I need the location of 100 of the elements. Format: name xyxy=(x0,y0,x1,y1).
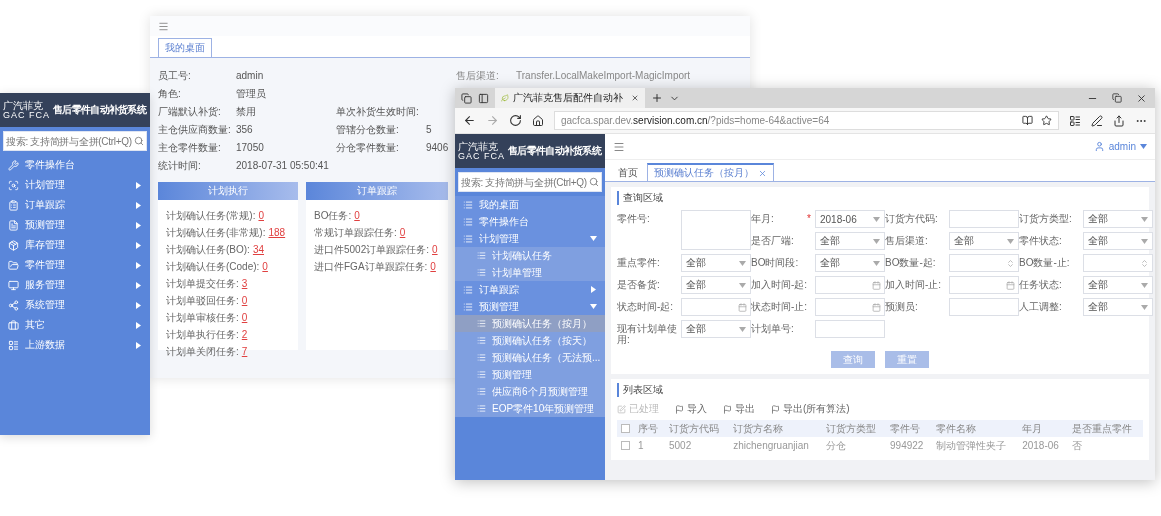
task-count-link[interactable]: 188 xyxy=(268,227,286,238)
new-tab-icon[interactable] xyxy=(651,92,663,104)
calendar-icon xyxy=(1006,280,1015,290)
menu-item[interactable]: 上游数据 xyxy=(0,335,150,355)
star-icon[interactable] xyxy=(1041,115,1052,126)
dropdown[interactable]: 全部 xyxy=(815,232,885,250)
panel-icon[interactable] xyxy=(478,92,489,104)
monitor-icon xyxy=(8,279,19,291)
task-label: BO任务: xyxy=(314,210,352,221)
menu-item[interactable]: 我的桌面 xyxy=(455,196,605,213)
text-field[interactable] xyxy=(949,298,1019,316)
menu-item[interactable]: 预测管理 xyxy=(0,215,150,235)
task-count-link[interactable]: 0 xyxy=(241,295,248,306)
search-field[interactable]: 搜索: 支持简拼与全拼(Ctrl+Q) xyxy=(3,131,147,151)
tab[interactable]: 预测确认任务（按月） xyxy=(647,163,774,181)
submenu-item[interactable]: 计划确认任务 xyxy=(455,247,605,264)
home-icon[interactable] xyxy=(532,114,544,127)
browser-tab[interactable]: 广汽菲克售后配件自动补 xyxy=(495,88,645,108)
task-count-link[interactable]: 0 xyxy=(241,312,248,323)
number-field[interactable] xyxy=(1083,254,1153,272)
menu-item[interactable]: 计划管理 xyxy=(0,175,150,195)
submenu-item[interactable]: 供应商6个月预测管理 xyxy=(455,383,605,400)
restore-icon[interactable] xyxy=(1112,92,1122,103)
checkbox[interactable] xyxy=(621,441,630,450)
submenu-item[interactable]: 预测确认任务（按天） xyxy=(455,332,605,349)
date-field[interactable] xyxy=(815,276,885,294)
checkbox[interactable] xyxy=(621,424,630,433)
required-mark: * xyxy=(807,212,811,224)
submenu-item[interactable]: 计划单管理 xyxy=(455,264,605,281)
tabs-icon[interactable] xyxy=(461,92,472,104)
book-icon[interactable] xyxy=(1022,115,1033,126)
close-icon[interactable] xyxy=(631,93,639,103)
dropdown[interactable]: 全部 xyxy=(1083,298,1153,316)
date-field[interactable] xyxy=(681,298,751,316)
menu-item[interactable]: 库存管理 xyxy=(0,235,150,255)
toolbar-button[interactable]: 导出(所有算法) xyxy=(771,402,850,416)
task-label: 计划单关闭任务: xyxy=(166,346,239,357)
task-count-link[interactable]: 0 xyxy=(399,227,406,238)
task-count-link[interactable]: 0 xyxy=(258,210,264,221)
refresh-icon[interactable] xyxy=(509,114,522,127)
back-icon[interactable] xyxy=(463,114,476,127)
date-field[interactable] xyxy=(949,276,1019,294)
forward-icon[interactable] xyxy=(486,114,499,127)
share-icon[interactable] xyxy=(1113,114,1125,127)
menu-item[interactable]: 预测管理 xyxy=(455,298,605,315)
task-count-link[interactable]: 7 xyxy=(241,346,248,357)
table-cell: 5002 xyxy=(665,437,730,454)
text-field[interactable] xyxy=(949,210,1019,228)
caret-icon xyxy=(873,237,880,245)
task-count-link[interactable]: 0 xyxy=(354,210,360,221)
submenu-item[interactable]: 预测确认任务（按月） xyxy=(455,315,605,332)
submenu-item[interactable]: EOP零件10年预测管理 xyxy=(455,400,605,417)
calendar-icon xyxy=(872,280,881,290)
field-label: 零件状态: xyxy=(1019,234,1063,246)
menu-item[interactable]: 订单跟踪 xyxy=(0,195,150,215)
menu-item[interactable]: 零件操作台 xyxy=(455,213,605,230)
menu-icon[interactable] xyxy=(613,140,625,153)
task-count-link[interactable]: 34 xyxy=(252,244,264,255)
field-label: 是否备货: xyxy=(617,278,661,290)
calendar-icon xyxy=(738,302,747,312)
text-field[interactable] xyxy=(815,320,885,338)
task-count-link[interactable]: 0 xyxy=(432,244,438,255)
toolbar-button[interactable]: 导出 xyxy=(723,402,755,416)
number-field[interactable] xyxy=(949,254,1019,272)
info-value: Transfer.LocalMakeImport-MagicImport xyxy=(516,70,692,82)
task-count-link[interactable]: 0 xyxy=(262,261,268,272)
date-field[interactable] xyxy=(815,298,885,316)
pen-icon[interactable] xyxy=(1091,114,1103,127)
address-bar[interactable]: gacfca.spar.dev.servision.com.cn/?pids=home-64&active=64 xyxy=(554,111,1059,130)
dropdown[interactable]: 全部 xyxy=(949,232,1019,250)
menu-item[interactable]: 计划管理 xyxy=(455,230,605,247)
info-value: 9406 xyxy=(426,142,450,154)
task-count-link[interactable]: 0 xyxy=(430,261,436,272)
dropdown[interactable]: 全部 xyxy=(815,254,885,272)
menu-item[interactable]: 零件操作台 xyxy=(0,155,150,175)
task-count-link[interactable]: 2 xyxy=(241,329,248,340)
menu-item[interactable]: 其它 xyxy=(0,315,150,335)
menu-item[interactable]: 零件管理 xyxy=(0,255,150,275)
dropdown[interactable]: 全部 xyxy=(1083,232,1153,250)
toolbar-button[interactable]: 导入 xyxy=(675,402,707,416)
menu-item[interactable]: 系统管理 xyxy=(0,295,150,315)
column-header: 序号 xyxy=(634,420,665,437)
submenu-item[interactable]: 预测管理 xyxy=(455,366,605,383)
search-field[interactable]: 搜索: 支持简拼与全拼(Ctrl+Q) xyxy=(458,172,602,192)
menu-item[interactable]: 服务管理 xyxy=(0,275,150,295)
dropdown[interactable]: 全部 xyxy=(681,254,751,272)
dropdown[interactable]: 2018-06 xyxy=(815,210,885,228)
dropdown[interactable]: 全部 xyxy=(1083,276,1153,294)
dropdown[interactable]: 全部 xyxy=(681,320,751,338)
user-menu[interactable]: admin xyxy=(1093,141,1147,152)
close-icon[interactable] xyxy=(1136,92,1147,104)
menu-item[interactable]: 订单跟踪 xyxy=(455,281,605,298)
favorites-icon[interactable] xyxy=(1069,114,1081,127)
caret-icon xyxy=(1141,215,1148,223)
task-count-link[interactable]: 3 xyxy=(241,278,248,289)
dropdown[interactable]: 全部 xyxy=(1083,210,1153,228)
dropdown[interactable]: 全部 xyxy=(681,276,751,294)
tab[interactable]: 我的桌面 xyxy=(158,38,212,57)
submenu-item[interactable]: 预测确认任务（无法预... xyxy=(455,349,605,366)
menu-icon[interactable] xyxy=(158,20,169,32)
